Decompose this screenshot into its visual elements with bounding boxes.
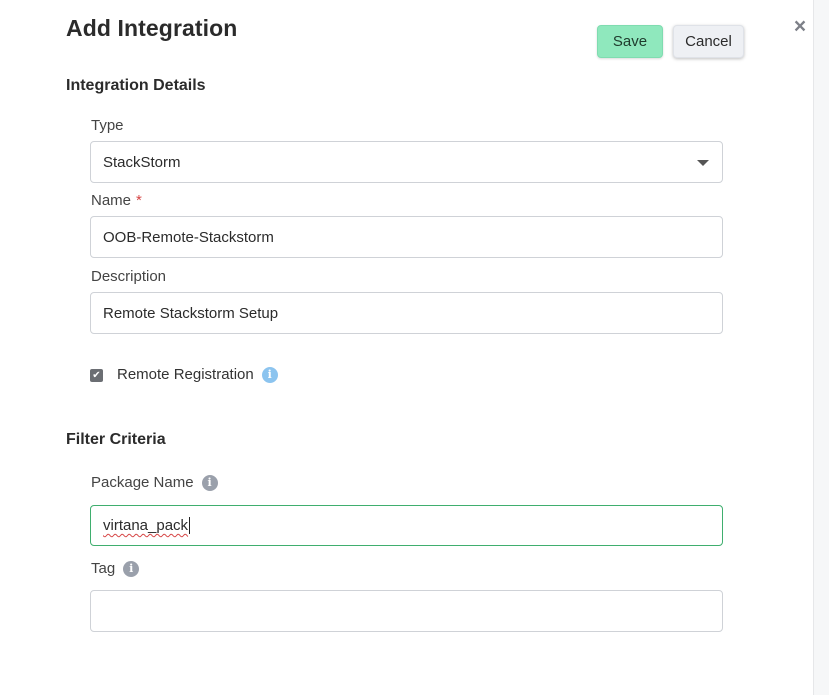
description-label: Description <box>91 268 166 285</box>
info-icon[interactable]: i <box>261 366 278 383</box>
tag-label: Tag i <box>91 560 140 577</box>
remote-registration-checkbox[interactable]: ✔ <box>90 369 103 382</box>
section-title-filter-criteria: Filter Criteria <box>66 431 166 448</box>
name-label: Name * <box>91 192 142 209</box>
description-label-text: Description <box>91 268 167 285</box>
chevron-down-icon[interactable] <box>697 160 709 166</box>
cancel-button[interactable]: Cancel <box>673 25 744 58</box>
type-label: Type <box>91 117 124 134</box>
package-name-input[interactable]: virtana_pack <box>90 505 723 546</box>
save-button[interactable]: Save <box>597 25 663 58</box>
package-name-input-value: virtana_pack <box>103 517 189 534</box>
required-marker: * <box>136 192 142 209</box>
package-name-label-text: Package Name <box>91 474 194 491</box>
description-input-value: Remote Stackstorm Setup <box>103 304 279 322</box>
remote-registration-label: Remote Registration i <box>117 366 278 383</box>
type-label-text: Type <box>91 117 124 134</box>
name-input-value: OOB-Remote-Stackstorm <box>103 228 274 246</box>
name-input[interactable]: OOB-Remote-Stackstorm <box>90 216 723 258</box>
remote-registration-label-text: Remote Registration <box>117 366 254 383</box>
type-select-value: StackStorm <box>103 153 181 171</box>
package-name-label: Package Name i <box>91 474 218 491</box>
tag-label-text: Tag <box>91 560 116 577</box>
info-icon[interactable]: i <box>123 560 140 577</box>
type-select[interactable]: StackStorm <box>90 141 723 183</box>
check-icon: ✔ <box>92 370 101 381</box>
section-title-integration-details: Integration Details <box>66 77 206 94</box>
description-input[interactable]: Remote Stackstorm Setup <box>90 292 723 334</box>
info-icon[interactable]: i <box>201 474 218 491</box>
text-cursor <box>189 517 191 534</box>
scrollbar-track[interactable] <box>813 0 829 695</box>
name-label-text: Name <box>91 192 132 209</box>
tag-input[interactable] <box>90 590 723 632</box>
close-icon[interactable]: × <box>791 16 809 37</box>
dialog-title: Add Integration <box>66 15 238 41</box>
